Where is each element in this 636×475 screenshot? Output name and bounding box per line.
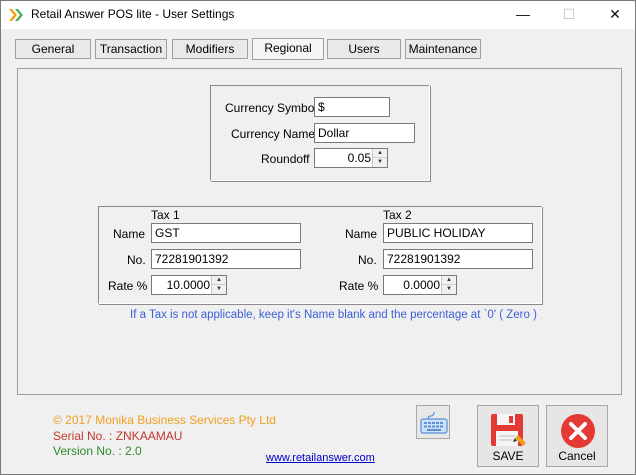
roundoff-label: Roundoff (261, 152, 310, 166)
save-button-label: SAVE (492, 449, 524, 463)
cancel-button[interactable]: Cancel (546, 405, 608, 467)
currency-name-label: Currency Name (231, 127, 316, 141)
keyboard-icon (420, 411, 448, 434)
tax-group: Tax 1 Name GST No. 72281901392 Rate % 10… (98, 206, 542, 304)
tax1-heading: Tax 1 (151, 208, 180, 222)
tab-users[interactable]: Users (327, 39, 401, 59)
tax2-rate-stepper[interactable]: 0.0000 ▲ ▼ (383, 275, 457, 295)
tab-transaction[interactable]: Transaction (95, 39, 167, 59)
serial-number: Serial No. : ZNKAAMAU (53, 429, 183, 443)
tab-modifiers[interactable]: Modifiers (172, 39, 248, 59)
version-number: Version No. : 2.0 (53, 444, 142, 458)
spin-down-icon[interactable]: ▼ (442, 285, 456, 294)
tax1-name-input[interactable]: GST (151, 223, 301, 243)
tax1-no-input[interactable]: 72281901392 (151, 249, 301, 269)
tax2-name-label: Name (345, 227, 378, 241)
currency-symbol-label: Currency Symbol (225, 101, 318, 115)
app-logo-icon (9, 9, 23, 21)
currency-group: Currency Symbol $ Currency Name Dollar R… (210, 85, 430, 181)
floppy-disk-icon (491, 414, 526, 446)
regional-panel: Currency Symbol $ Currency Name Dollar R… (17, 68, 622, 395)
currency-symbol-input[interactable]: $ (314, 97, 390, 117)
keyboard-button[interactable] (416, 405, 450, 439)
tab-general[interactable]: General (15, 39, 91, 59)
spin-up-icon[interactable]: ▲ (212, 276, 226, 285)
spin-down-icon[interactable]: ▼ (212, 285, 226, 294)
tax1-no-label: No. (127, 253, 146, 267)
tax2-rate-label: Rate % (339, 279, 379, 293)
spin-down-icon[interactable]: ▼ (373, 158, 387, 167)
roundoff-spin-arrows[interactable]: ▲ ▼ (372, 149, 387, 167)
tax2-heading: Tax 2 (383, 208, 412, 222)
tab-regional[interactable]: Regional (252, 38, 324, 60)
website-link[interactable]: www.retailanswer.com (266, 452, 375, 464)
tax1-rate-value: 10.0000 (166, 278, 210, 292)
copyright-text: © 2017 Monika Business Services Pty Ltd (53, 413, 276, 427)
tax2-spin-arrows[interactable]: ▲ ▼ (441, 276, 456, 294)
close-button[interactable]: ✕ (592, 1, 636, 29)
cancel-button-label: Cancel (558, 449, 596, 463)
currency-name-input[interactable]: Dollar (314, 123, 415, 143)
tax2-no-label: No. (358, 253, 377, 267)
spin-up-icon[interactable]: ▲ (442, 276, 456, 285)
window-title: Retail Answer POS lite - User Settings (31, 7, 235, 21)
tax1-name-label: Name (113, 227, 146, 241)
tax2-rate-value: 0.0000 (403, 278, 440, 292)
roundoff-value: 0.05 (347, 151, 371, 165)
tab-bar: General Transaction Modifiers Regional U… (1, 37, 635, 61)
maximize-button[interactable]: ☐ (546, 1, 592, 29)
title-bar: Retail Answer POS lite - User Settings —… (1, 1, 635, 29)
tax1-rate-stepper[interactable]: 10.0000 ▲ ▼ (151, 275, 227, 295)
save-button[interactable]: SAVE (477, 405, 539, 467)
close-circle-icon (561, 414, 595, 448)
settings-window: Retail Answer POS lite - User Settings —… (0, 0, 636, 475)
tax-info-text: If a Tax is not applicable, keep it's Na… (130, 309, 537, 321)
roundoff-stepper[interactable]: 0.05 ▲ ▼ (314, 148, 388, 168)
minimize-button[interactable]: — (500, 1, 546, 29)
tax2-no-input[interactable]: 72281901392 (383, 249, 533, 269)
tax1-spin-arrows[interactable]: ▲ ▼ (211, 276, 226, 294)
spin-up-icon[interactable]: ▲ (373, 149, 387, 158)
tax2-name-input[interactable]: PUBLIC HOLIDAY (383, 223, 533, 243)
tab-maintenance[interactable]: Maintenance (405, 39, 481, 59)
tax1-rate-label: Rate % (108, 279, 148, 293)
